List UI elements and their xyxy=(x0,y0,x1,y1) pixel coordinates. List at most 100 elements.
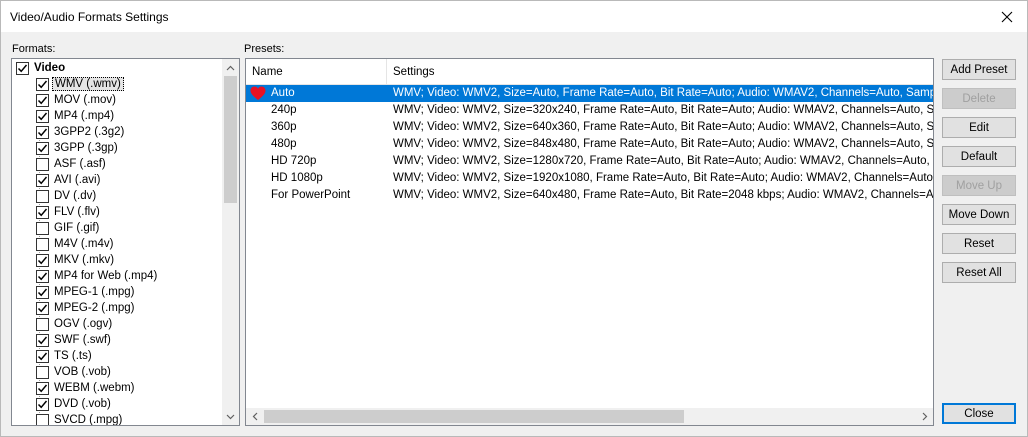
format-item[interactable]: FLV (.flv) xyxy=(36,204,102,220)
edit-button[interactable]: Edit xyxy=(942,117,1016,138)
format-checkbox[interactable] xyxy=(36,349,49,363)
preset-row[interactable]: 240p WMV; Video: WMV2, Size=320x240, Fram… xyxy=(246,102,933,119)
preset-settings: WMV; Video: WMV2, Size=1920x1080, Frame … xyxy=(393,172,933,184)
scroll-down-button[interactable] xyxy=(222,408,239,425)
reset-button[interactable]: Reset xyxy=(942,233,1016,254)
format-item[interactable]: MPEG-2 (.mpg) xyxy=(36,300,137,316)
checkmark-icon xyxy=(37,272,48,280)
tree-root-video[interactable]: Video xyxy=(16,60,67,76)
tree-root-checkbox[interactable] xyxy=(16,61,29,75)
preset-row[interactable]: HD 1080p WMV; Video: WMV2, Size=1920x1080… xyxy=(246,170,933,187)
format-checkbox[interactable] xyxy=(36,269,49,283)
formats-vertical-scrollbar[interactable] xyxy=(222,59,239,425)
scroll-left-button[interactable] xyxy=(246,408,263,425)
format-checkbox[interactable] xyxy=(36,141,49,155)
checkmark-icon xyxy=(37,352,48,360)
heart-icon xyxy=(250,86,266,101)
default-button[interactable]: Default xyxy=(942,146,1016,167)
format-item[interactable]: TS (.ts) xyxy=(36,348,94,364)
format-checkbox[interactable] xyxy=(36,77,49,91)
format-checkbox[interactable] xyxy=(36,125,49,139)
presets-horizontal-scrollbar[interactable] xyxy=(246,408,933,425)
column-header-settings[interactable]: Settings xyxy=(387,59,933,85)
format-item[interactable]: VOB (.vob) xyxy=(36,364,113,380)
chevron-left-icon xyxy=(252,412,257,421)
format-checkbox[interactable] xyxy=(36,93,49,107)
checkmark-icon xyxy=(37,208,48,216)
horizontal-scroll-thumb[interactable] xyxy=(264,410,684,423)
format-checkbox[interactable] xyxy=(36,157,49,171)
presets-list[interactable]: Name Settings Auto WMV; Video: WMV2, Size… xyxy=(245,58,934,426)
window-close-button[interactable] xyxy=(987,1,1027,32)
scroll-up-button[interactable] xyxy=(222,59,239,76)
format-item[interactable]: ASF (.asf) xyxy=(36,156,108,172)
format-checkbox[interactable] xyxy=(36,333,49,347)
delete-button[interactable]: Delete xyxy=(942,88,1016,109)
format-checkbox[interactable] xyxy=(36,301,49,315)
format-label: M4V (.m4v) xyxy=(54,238,114,250)
format-checkbox[interactable] xyxy=(36,317,49,331)
format-item[interactable]: 3GPP2 (.3g2) xyxy=(36,124,126,140)
format-label: MOV (.mov) xyxy=(54,94,116,106)
format-item[interactable]: MP4 (.mp4) xyxy=(36,108,116,124)
column-header-name[interactable]: Name xyxy=(246,59,387,85)
format-checkbox[interactable] xyxy=(36,413,49,425)
format-checkbox[interactable] xyxy=(36,397,49,411)
format-checkbox[interactable] xyxy=(36,189,49,203)
tree-root-label: Video xyxy=(34,62,66,74)
checkmark-icon xyxy=(17,64,28,72)
preset-row[interactable]: 480p WMV; Video: WMV2, Size=848x480, Fram… xyxy=(246,136,933,153)
format-label: MP4 (.mp4) xyxy=(54,110,115,122)
format-checkbox[interactable] xyxy=(36,221,49,235)
format-item[interactable]: WEBM (.webm) xyxy=(36,380,137,396)
format-item[interactable]: 3GPP (.3gp) xyxy=(36,140,120,156)
format-item[interactable]: MKV (.mkv) xyxy=(36,252,116,268)
format-item[interactable]: MP4 for Web (.mp4) xyxy=(36,268,159,284)
format-item[interactable]: AVI (.avi) xyxy=(36,172,102,188)
format-item[interactable]: WMV (.wmv) xyxy=(36,76,124,92)
format-label: DV (.dv) xyxy=(54,190,97,202)
format-item[interactable]: MPEG-1 (.mpg) xyxy=(36,284,137,300)
format-item[interactable]: GIF (.gif) xyxy=(36,220,101,236)
preset-name: 480p xyxy=(271,138,297,150)
format-checkbox[interactable] xyxy=(36,109,49,123)
title-bar: Video/Audio Formats Settings xyxy=(1,1,1027,32)
format-checkbox[interactable] xyxy=(36,173,49,187)
preset-row[interactable]: HD 720p WMV; Video: WMV2, Size=1280x720, … xyxy=(246,153,933,170)
format-checkbox[interactable] xyxy=(36,253,49,267)
reset-all-button[interactable]: Reset All xyxy=(942,262,1016,283)
format-item[interactable]: M4V (.m4v) xyxy=(36,236,115,252)
format-checkbox[interactable] xyxy=(36,381,49,395)
format-item[interactable]: MOV (.mov) xyxy=(36,92,118,108)
move-down-button[interactable]: Move Down xyxy=(942,204,1016,225)
checkmark-icon xyxy=(37,400,48,408)
chevron-up-icon xyxy=(226,65,235,70)
move-up-button[interactable]: Move Up xyxy=(942,175,1016,196)
format-checkbox[interactable] xyxy=(36,365,49,379)
format-item[interactable]: SWF (.swf) xyxy=(36,332,113,348)
add-preset-button[interactable]: Add Preset xyxy=(942,59,1016,80)
format-item[interactable]: DVD (.vob) xyxy=(36,396,113,412)
preset-row[interactable]: 360p WMV; Video: WMV2, Size=640x360, Fram… xyxy=(246,119,933,136)
format-checkbox[interactable] xyxy=(36,205,49,219)
preset-row[interactable]: For PowerPoint WMV; Video: WMV2, Size=640… xyxy=(246,187,933,204)
format-label: OGV (.ogv) xyxy=(54,318,113,330)
close-button[interactable]: Close xyxy=(942,403,1016,424)
checkmark-icon xyxy=(37,144,48,152)
formats-settings-dialog: Video/Audio Formats Settings Formats: Pr… xyxy=(0,0,1028,437)
checkmark-icon xyxy=(37,128,48,136)
preset-row[interactable]: Auto WMV; Video: WMV2, Size=Auto, Frame R… xyxy=(246,85,933,102)
preset-name: 240p xyxy=(271,104,297,116)
format-item[interactable]: SVCD (.mpg) xyxy=(36,412,124,425)
scroll-right-button[interactable] xyxy=(916,408,933,425)
formats-tree[interactable]: Video WMV (.wmv) MOV (.mov) MP4 (.mp4) 3GPP… xyxy=(11,58,240,426)
format-label: WMV (.wmv) xyxy=(52,77,124,91)
format-checkbox[interactable] xyxy=(36,237,49,251)
format-item[interactable]: DV (.dv) xyxy=(36,188,98,204)
format-label: FLV (.flv) xyxy=(54,206,100,218)
format-label: MKV (.mkv) xyxy=(54,254,115,266)
preset-name: For PowerPoint xyxy=(271,189,351,201)
format-item[interactable]: OGV (.ogv) xyxy=(36,316,114,332)
format-checkbox[interactable] xyxy=(36,285,49,299)
scroll-thumb[interactable] xyxy=(224,76,237,203)
